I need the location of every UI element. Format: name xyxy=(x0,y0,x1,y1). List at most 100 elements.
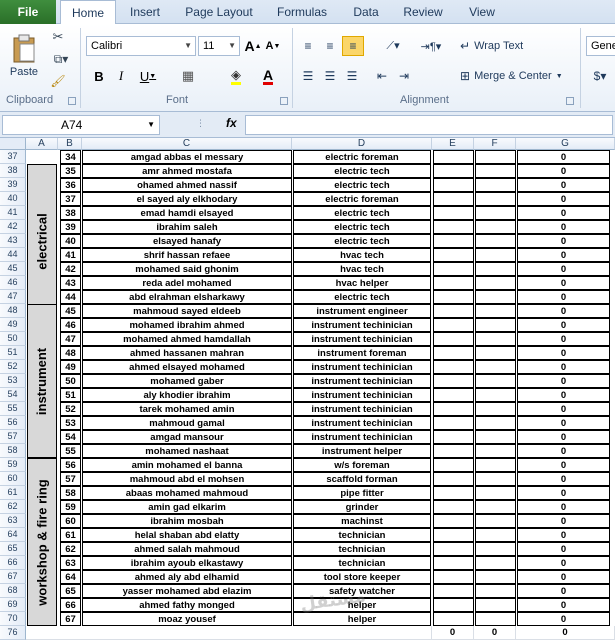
employee-name-cell[interactable]: mohamed nashaat xyxy=(82,444,292,458)
column-e-cell[interactable] xyxy=(433,430,474,444)
row-header[interactable]: 40 xyxy=(0,192,26,206)
job-title-cell[interactable]: hvac tech xyxy=(293,262,431,276)
column-e-cell[interactable] xyxy=(433,318,474,332)
row-header[interactable]: 60 xyxy=(0,472,26,486)
serial-number-cell[interactable]: 37 xyxy=(60,192,81,206)
employee-name-cell[interactable]: ibrahim saleh xyxy=(82,220,292,234)
column-f-cell[interactable] xyxy=(475,374,516,388)
column-g-cell[interactable]: 0 xyxy=(517,220,610,234)
column-f-cell[interactable] xyxy=(475,402,516,416)
italic-button[interactable]: I xyxy=(112,66,130,86)
serial-number-cell[interactable]: 57 xyxy=(60,472,81,486)
serial-number-cell[interactable]: 58 xyxy=(60,486,81,500)
column-g-cell[interactable]: 0 xyxy=(517,164,610,178)
column-f-cell[interactable] xyxy=(475,346,516,360)
serial-number-cell[interactable]: 50 xyxy=(60,374,81,388)
column-e-cell[interactable] xyxy=(433,598,474,612)
row-header[interactable]: 54 xyxy=(0,388,26,402)
employee-name-cell[interactable]: emad hamdi elsayed xyxy=(82,206,292,220)
column-e-cell[interactable] xyxy=(433,570,474,584)
job-title-cell[interactable]: technician xyxy=(293,542,431,556)
row-header[interactable]: 64 xyxy=(0,528,26,542)
column-g-cell[interactable]: 0 xyxy=(517,206,610,220)
column-f-cell[interactable] xyxy=(475,332,516,346)
column-f-cell[interactable] xyxy=(475,388,516,402)
column-f-cell[interactable] xyxy=(475,570,516,584)
column-e-cell[interactable] xyxy=(433,500,474,514)
job-title-cell[interactable]: electric tech xyxy=(293,164,431,178)
column-e-cell[interactable] xyxy=(433,416,474,430)
serial-number-cell[interactable]: 38 xyxy=(60,206,81,220)
align-right-button[interactable]: ☰ xyxy=(342,66,362,86)
column-f-cell[interactable] xyxy=(475,430,516,444)
fx-icon[interactable]: fx xyxy=(226,116,237,130)
employee-name-cell[interactable]: amin mohamed el banna xyxy=(82,458,292,472)
employee-name-cell[interactable]: mahmoud gamal xyxy=(82,416,292,430)
job-title-cell[interactable]: w/s foreman xyxy=(293,458,431,472)
row-header[interactable]: 57 xyxy=(0,430,26,444)
job-title-cell[interactable]: hvac helper xyxy=(293,276,431,290)
job-title-cell[interactable]: instrument techinician xyxy=(293,402,431,416)
employee-name-cell[interactable]: abaas mohamed mahmoud xyxy=(82,486,292,500)
employee-name-cell[interactable]: aly khodier ibrahim xyxy=(82,388,292,402)
column-g-cell[interactable]: 0 xyxy=(517,486,610,500)
row-header[interactable]: 67 xyxy=(0,570,26,584)
column-g-cell[interactable]: 0 xyxy=(517,402,610,416)
job-title-cell[interactable]: electric foreman xyxy=(293,192,431,206)
row-header[interactable]: 53 xyxy=(0,374,26,388)
align-top-button[interactable]: ≡ xyxy=(298,36,318,56)
column-g-cell[interactable]: 0 xyxy=(517,612,610,626)
job-title-cell[interactable]: instrument techinician xyxy=(293,430,431,444)
row-header[interactable]: 37 xyxy=(0,150,26,164)
employee-name-cell[interactable]: mohamed said ghonim xyxy=(82,262,292,276)
column-g-cell[interactable]: 0 xyxy=(517,388,610,402)
employee-name-cell[interactable]: yasser mohamed abd elazim xyxy=(82,584,292,598)
column-g-cell[interactable]: 0 xyxy=(517,528,610,542)
serial-number-cell[interactable]: 48 xyxy=(60,346,81,360)
column-f-cell[interactable] xyxy=(475,598,516,612)
name-box[interactable]: A74 ▼ xyxy=(2,115,160,135)
column-header-b[interactable]: B xyxy=(58,138,82,150)
column-e-cell[interactable] xyxy=(433,248,474,262)
column-e-cell[interactable] xyxy=(433,206,474,220)
column-g-cell[interactable]: 0 xyxy=(517,360,610,374)
column-f-cell[interactable] xyxy=(475,458,516,472)
accounting-format-button[interactable]: $▾ xyxy=(588,66,612,86)
employee-name-cell[interactable]: mahmoud abd el mohsen xyxy=(82,472,292,486)
align-bottom-button[interactable]: ≡ xyxy=(342,36,364,56)
row-header[interactable]: 44 xyxy=(0,248,26,262)
column-f-cell[interactable] xyxy=(475,262,516,276)
column-g-cell[interactable]: 0 xyxy=(517,430,610,444)
employee-name-cell[interactable]: helal shaban abd elatty xyxy=(82,528,292,542)
column-f-cell[interactable] xyxy=(475,192,516,206)
column-g-cell[interactable]: 0 xyxy=(517,444,610,458)
serial-number-cell[interactable]: 40 xyxy=(60,234,81,248)
job-title-cell[interactable]: instrument techinician xyxy=(293,332,431,346)
row-header[interactable]: 68 xyxy=(0,584,26,598)
column-g-cell[interactable]: 0 xyxy=(517,304,610,318)
row-header[interactable]: 43 xyxy=(0,234,26,248)
column-g-cell[interactable]: 0 xyxy=(517,192,610,206)
column-e-cell[interactable] xyxy=(433,276,474,290)
align-middle-button[interactable]: ≡ xyxy=(320,36,340,56)
row-header[interactable]: 65 xyxy=(0,542,26,556)
serial-number-cell[interactable]: 47 xyxy=(60,332,81,346)
merge-center-button[interactable]: ⊞ Merge & Center ▼ xyxy=(460,66,576,86)
bold-button[interactable]: B xyxy=(90,66,108,86)
column-g-cell[interactable]: 0 xyxy=(517,150,610,164)
row-header[interactable]: 58 xyxy=(0,444,26,458)
serial-number-cell[interactable]: 36 xyxy=(60,178,81,192)
serial-number-cell[interactable]: 55 xyxy=(60,444,81,458)
total-e-cell[interactable]: 0 xyxy=(432,626,474,640)
column-e-cell[interactable] xyxy=(433,458,474,472)
column-e-cell[interactable] xyxy=(433,220,474,234)
column-g-cell[interactable]: 0 xyxy=(517,570,610,584)
cut-button[interactable]: ✂ xyxy=(48,28,68,46)
employee-name-cell[interactable]: mohamed ibrahim ahmed xyxy=(82,318,292,332)
job-title-cell[interactable]: electric tech xyxy=(293,234,431,248)
column-e-cell[interactable] xyxy=(433,164,474,178)
shrink-font-button[interactable]: A ▼ xyxy=(264,36,282,56)
employee-name-cell[interactable]: ahmed aly abd elhamid xyxy=(82,570,292,584)
job-title-cell[interactable]: electric foreman xyxy=(293,150,431,164)
font-name-combo[interactable]: Calibri ▼ xyxy=(86,36,196,56)
